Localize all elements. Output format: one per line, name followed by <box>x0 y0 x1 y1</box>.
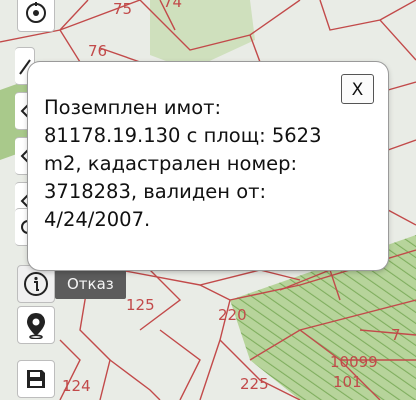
info-button[interactable] <box>17 265 55 303</box>
close-button[interactable]: X <box>341 74 374 104</box>
cancel-tooltip: Отказ <box>55 270 126 299</box>
parcel-label: 220 <box>218 306 247 324</box>
parcel-label: 74 <box>163 0 183 11</box>
parcel-label: 75 <box>113 0 133 18</box>
parcel-label: 101 <box>333 373 362 391</box>
save-icon <box>27 370 45 388</box>
parcel-info-text: Поземплен имот: 81178.19.130 с площ: 562… <box>44 96 322 231</box>
info-icon <box>24 272 48 296</box>
save-button[interactable] <box>17 360 55 398</box>
parcel-label: 76 <box>88 42 108 60</box>
map-pin-icon <box>27 313 45 339</box>
parcel-label: 10099 <box>330 353 378 371</box>
parcel-label: 124 <box>62 377 91 395</box>
parcel-label: 125 <box>126 296 155 314</box>
parcel-info-popup: Поземплен имот: 81178.19.130 с площ: 562… <box>28 62 388 270</box>
parcel-label: 225 <box>240 375 269 393</box>
locate-button[interactable] <box>17 306 55 344</box>
zoom-extent-button[interactable] <box>17 0 55 32</box>
target-icon <box>26 2 46 23</box>
parcel-label: 7 <box>391 326 401 344</box>
